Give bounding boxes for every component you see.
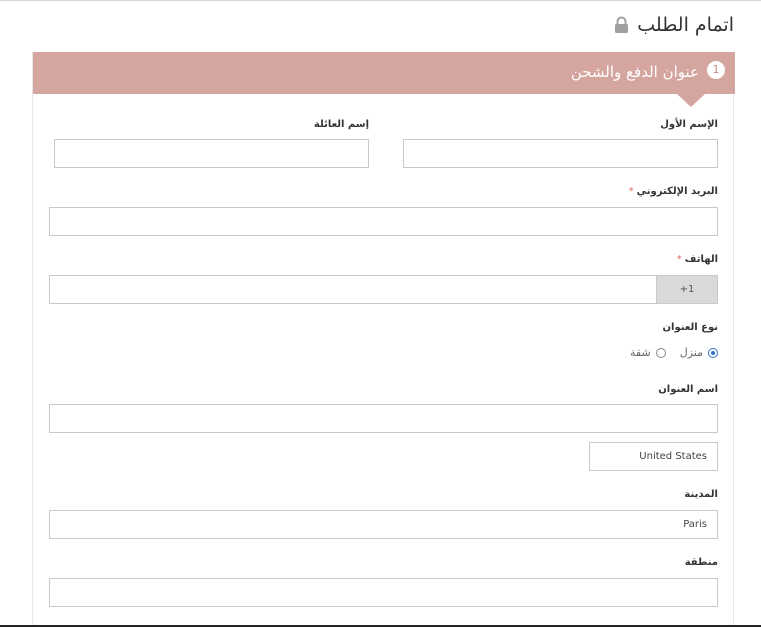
step-header-bar: 1 عنوان الدفع والشحن xyxy=(33,52,735,94)
email-input[interactable] xyxy=(49,207,718,236)
top-divider xyxy=(0,0,761,1)
required-mark: * xyxy=(676,254,682,265)
radio-apartment-label: شقة xyxy=(630,346,651,359)
radio-home-label: منزل xyxy=(679,346,703,359)
city-label: المدينة xyxy=(684,489,718,500)
page-title: اتمام الطلب xyxy=(637,14,734,36)
phone-input[interactable] xyxy=(49,275,657,304)
country-select[interactable]: United States xyxy=(589,442,718,471)
region-input[interactable] xyxy=(49,578,718,607)
last-name-label: إسم العائلة xyxy=(313,119,369,130)
last-name-input[interactable] xyxy=(54,139,369,168)
step-number-badge: 1 xyxy=(707,61,725,79)
city-input[interactable]: Paris xyxy=(49,510,718,539)
first-name-label: الإسم الأول xyxy=(660,119,718,130)
email-label: البريد الإلكتروني* xyxy=(628,186,718,197)
address-name-input[interactable] xyxy=(49,404,718,433)
address-name-label: اسم العنوان xyxy=(658,384,718,395)
phone-label: الهاتف* xyxy=(676,254,718,265)
radio-home[interactable] xyxy=(708,347,718,358)
radio-apartment[interactable] xyxy=(655,347,666,358)
lock-icon xyxy=(614,16,629,34)
address-type-label: نوع العنوان xyxy=(662,322,718,333)
first-name-input[interactable] xyxy=(403,139,718,168)
page-header: اتمام الطلب xyxy=(614,14,734,36)
step-pointer xyxy=(677,94,705,107)
step-title: عنوان الدفع والشحن xyxy=(570,63,699,81)
region-label: منطقة xyxy=(684,557,718,568)
address-type-radio-group: منزل شقة xyxy=(630,346,718,359)
required-mark: * xyxy=(628,186,634,197)
phone-country-code[interactable]: +1 xyxy=(656,275,718,304)
